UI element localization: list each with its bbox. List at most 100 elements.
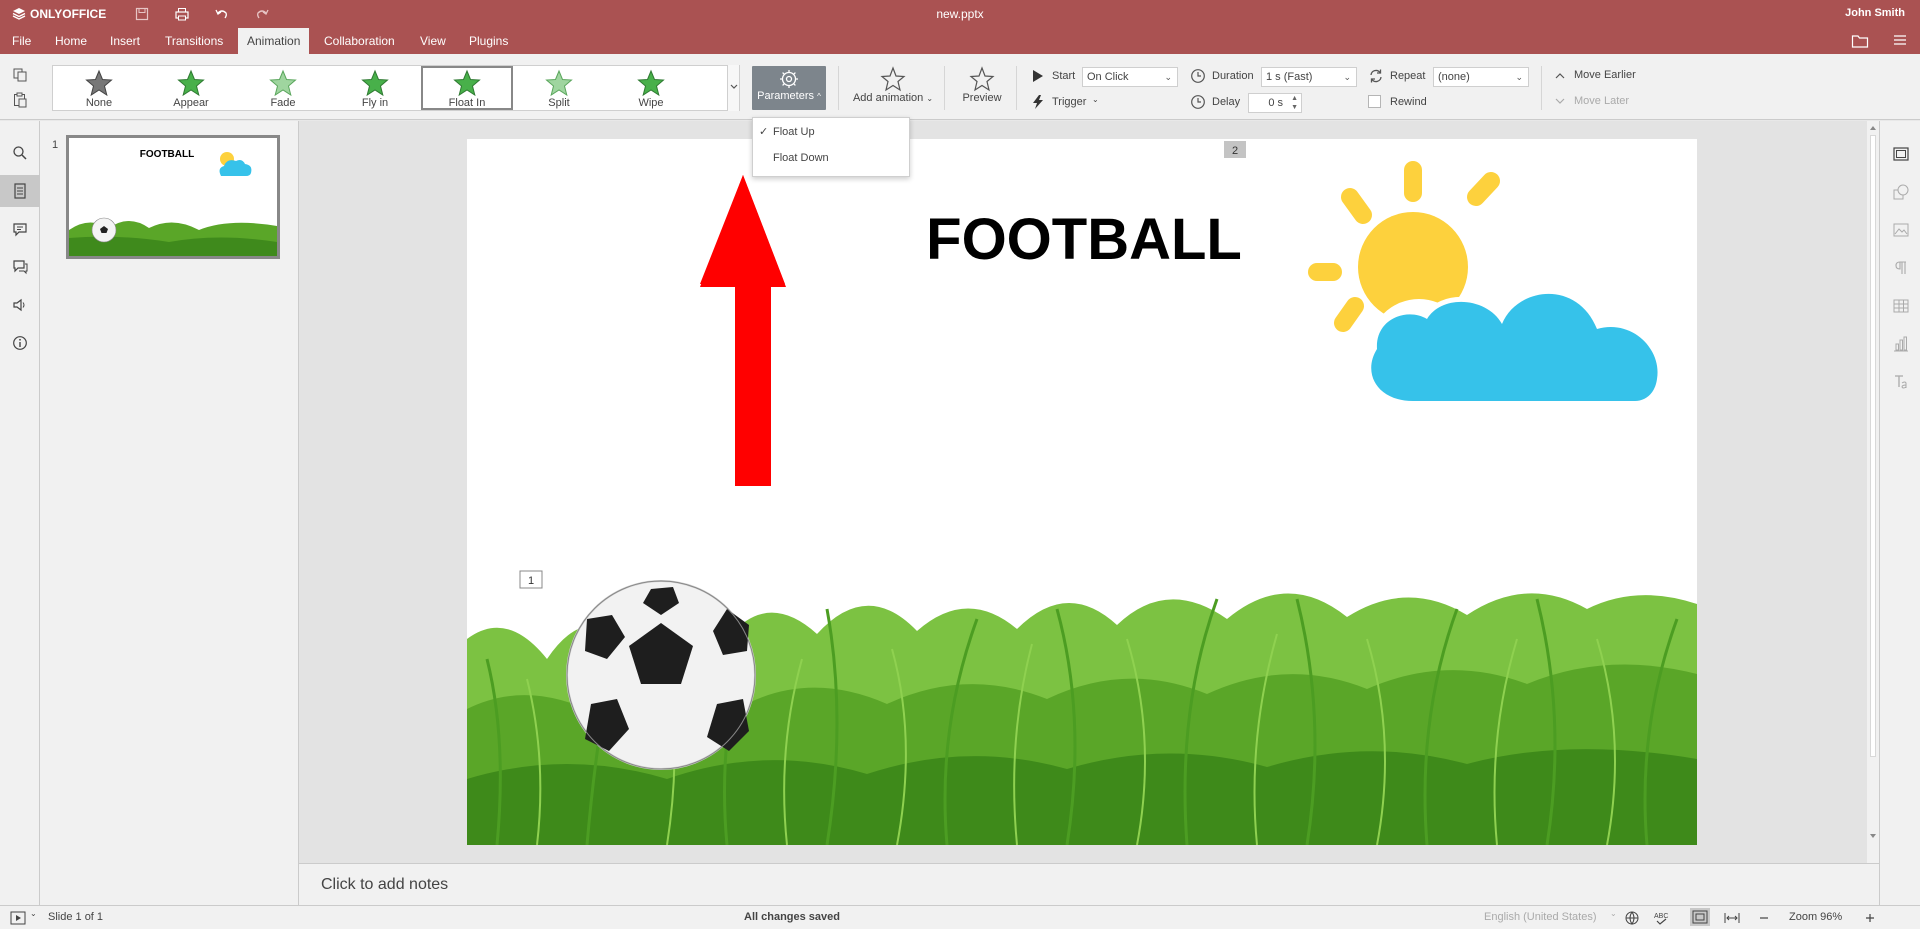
zoom-in-icon[interactable] bbox=[1864, 912, 1876, 924]
chat-icon[interactable] bbox=[8, 255, 32, 279]
scroll-down-icon[interactable] bbox=[1867, 831, 1879, 841]
title-bar: ONLYOFFICE new.pptx John Smith bbox=[0, 0, 1920, 28]
menu-icon[interactable] bbox=[1892, 33, 1910, 49]
language-selector[interactable]: English (United States) bbox=[1484, 911, 1597, 923]
preview-label: Preview bbox=[962, 92, 1002, 104]
save-status: All changes saved bbox=[744, 911, 840, 923]
speaker-icon[interactable] bbox=[8, 293, 32, 317]
user-name[interactable]: John Smith bbox=[1845, 7, 1905, 19]
comments-icon[interactable] bbox=[8, 217, 32, 241]
globe-icon[interactable] bbox=[1624, 910, 1640, 926]
document-title: new.pptx bbox=[936, 7, 984, 21]
copy-icon[interactable] bbox=[12, 67, 28, 83]
rewind-checkbox[interactable] bbox=[1368, 95, 1381, 108]
slide-settings-icon[interactable] bbox=[1892, 145, 1910, 163]
chevron-up-icon bbox=[1555, 73, 1565, 79]
repeat-combo[interactable]: (none) ⌄ bbox=[1433, 67, 1529, 87]
chevron-down-icon: ⌄ bbox=[1164, 72, 1172, 82]
slideshow-play-icon[interactable] bbox=[10, 911, 26, 925]
scrollbar-track[interactable] bbox=[1870, 135, 1876, 757]
sun-cloud-image[interactable] bbox=[1308, 161, 1663, 406]
animation-none[interactable]: None bbox=[53, 66, 145, 110]
tab-insert[interactable]: Insert bbox=[101, 28, 149, 54]
tab-view[interactable]: View bbox=[411, 28, 455, 54]
animation-float-in[interactable]: Float In bbox=[421, 66, 513, 110]
chevron-down-icon[interactable]: ⌄ bbox=[1092, 95, 1099, 104]
play-icon bbox=[1033, 70, 1043, 82]
parameters-button[interactable]: Parameters ^ bbox=[752, 66, 826, 110]
chevron-down-icon: ⌄ bbox=[926, 94, 934, 103]
zoom-out-icon[interactable] bbox=[1758, 912, 1770, 924]
paragraph-settings-icon[interactable] bbox=[1892, 259, 1910, 277]
animation-fly-in[interactable]: Fly in bbox=[329, 66, 421, 110]
svg-text:ABC: ABC bbox=[1654, 913, 1668, 920]
start-label: Start bbox=[1052, 70, 1076, 82]
duration-combo[interactable]: 1 s (Fast) ⌄ bbox=[1261, 67, 1357, 87]
tab-file[interactable]: File bbox=[12, 28, 31, 54]
chevron-down-icon[interactable]: ⌄ bbox=[30, 909, 37, 918]
animation-gallery: None Appear Fade Fly in Float In Split W… bbox=[52, 65, 740, 111]
preview-button[interactable]: Preview bbox=[958, 66, 1006, 104]
text-art-settings-icon[interactable] bbox=[1892, 373, 1910, 391]
clock-icon bbox=[1191, 69, 1205, 83]
animation-wipe[interactable]: Wipe bbox=[605, 66, 697, 110]
parameters-label: Parameters bbox=[757, 90, 815, 102]
table-settings-icon[interactable] bbox=[1892, 297, 1910, 315]
star-green-icon bbox=[637, 69, 665, 97]
lightning-icon bbox=[1033, 95, 1043, 109]
tab-plugins[interactable]: Plugins bbox=[460, 28, 517, 54]
chevron-down-icon bbox=[730, 84, 738, 89]
notes-placeholder[interactable]: Click to add notes bbox=[321, 876, 448, 894]
repeat-label: Repeat bbox=[1390, 70, 1426, 82]
slide-title[interactable]: FOOTBALL bbox=[926, 207, 1242, 272]
animation-split[interactable]: Split bbox=[513, 66, 605, 110]
status-bar: ⌄ Slide 1 of 1 All changes saved English… bbox=[0, 905, 1920, 929]
left-sidebar bbox=[0, 121, 40, 905]
menu-item-float-down[interactable]: Float Down bbox=[753, 146, 909, 170]
slide-canvas[interactable]: FOOTBALL 2 1 bbox=[467, 139, 1697, 845]
animation-fade[interactable]: Fade bbox=[237, 66, 329, 110]
animation-tag-1[interactable]: 1 bbox=[519, 570, 543, 589]
toolbar-divider bbox=[838, 66, 839, 110]
chevron-down-icon[interactable]: ⌄ bbox=[1610, 909, 1617, 918]
spin-up-icon[interactable]: ▲ bbox=[1291, 95, 1298, 103]
scroll-up-icon[interactable] bbox=[1867, 123, 1879, 133]
spellcheck-icon[interactable]: ABC bbox=[1653, 910, 1669, 926]
animation-toolbar: None Appear Fade Fly in Float In Split W… bbox=[0, 54, 1920, 120]
notes-panel[interactable]: Click to add notes bbox=[299, 863, 1879, 905]
move-later-button[interactable]: Move Later bbox=[1574, 95, 1629, 107]
add-animation-button[interactable]: Add animation ⌄ bbox=[850, 66, 936, 104]
spin-down-icon[interactable]: ▼ bbox=[1291, 104, 1298, 112]
slide-editor-area: FOOTBALL 2 1 bbox=[299, 121, 1867, 863]
svg-text:1: 1 bbox=[528, 575, 534, 587]
duration-label: Duration bbox=[1212, 70, 1254, 82]
start-combo[interactable]: On Click ⌄ bbox=[1082, 67, 1178, 87]
soccer-ball-image[interactable] bbox=[566, 580, 756, 770]
star-green-icon bbox=[177, 69, 205, 97]
animation-tag-2[interactable]: 2 bbox=[1224, 141, 1246, 158]
menu-item-float-up[interactable]: ✓ Float Up bbox=[753, 120, 909, 144]
gallery-expand-button[interactable] bbox=[727, 65, 739, 111]
red-up-arrow[interactable] bbox=[700, 175, 786, 486]
tab-transitions[interactable]: Transitions bbox=[156, 28, 232, 54]
slide-thumbnail[interactable]: FOOTBALL bbox=[66, 135, 280, 259]
search-icon[interactable] bbox=[8, 141, 32, 165]
delay-spinner[interactable]: 0 s ▲ ▼ bbox=[1248, 93, 1302, 113]
fit-slide-button[interactable] bbox=[1690, 908, 1710, 926]
info-icon[interactable] bbox=[8, 331, 32, 355]
tab-home[interactable]: Home bbox=[46, 28, 96, 54]
image-settings-icon[interactable] bbox=[1892, 221, 1910, 239]
move-earlier-button[interactable]: Move Earlier bbox=[1574, 69, 1636, 81]
slides-panel-icon[interactable] bbox=[0, 175, 40, 207]
vertical-scrollbar[interactable] bbox=[1867, 121, 1879, 863]
trigger-label[interactable]: Trigger bbox=[1052, 96, 1086, 108]
paste-icon[interactable] bbox=[12, 92, 28, 108]
animation-appear[interactable]: Appear bbox=[145, 66, 237, 110]
tab-animation[interactable]: Animation bbox=[238, 28, 310, 54]
shape-settings-icon[interactable] bbox=[1892, 183, 1910, 201]
fit-width-icon[interactable] bbox=[1724, 911, 1740, 925]
chart-settings-icon[interactable] bbox=[1892, 335, 1910, 353]
tab-collaboration[interactable]: Collaboration bbox=[315, 28, 404, 54]
open-file-location-icon[interactable] bbox=[1851, 33, 1869, 49]
fit-slide-icon bbox=[1692, 910, 1708, 924]
